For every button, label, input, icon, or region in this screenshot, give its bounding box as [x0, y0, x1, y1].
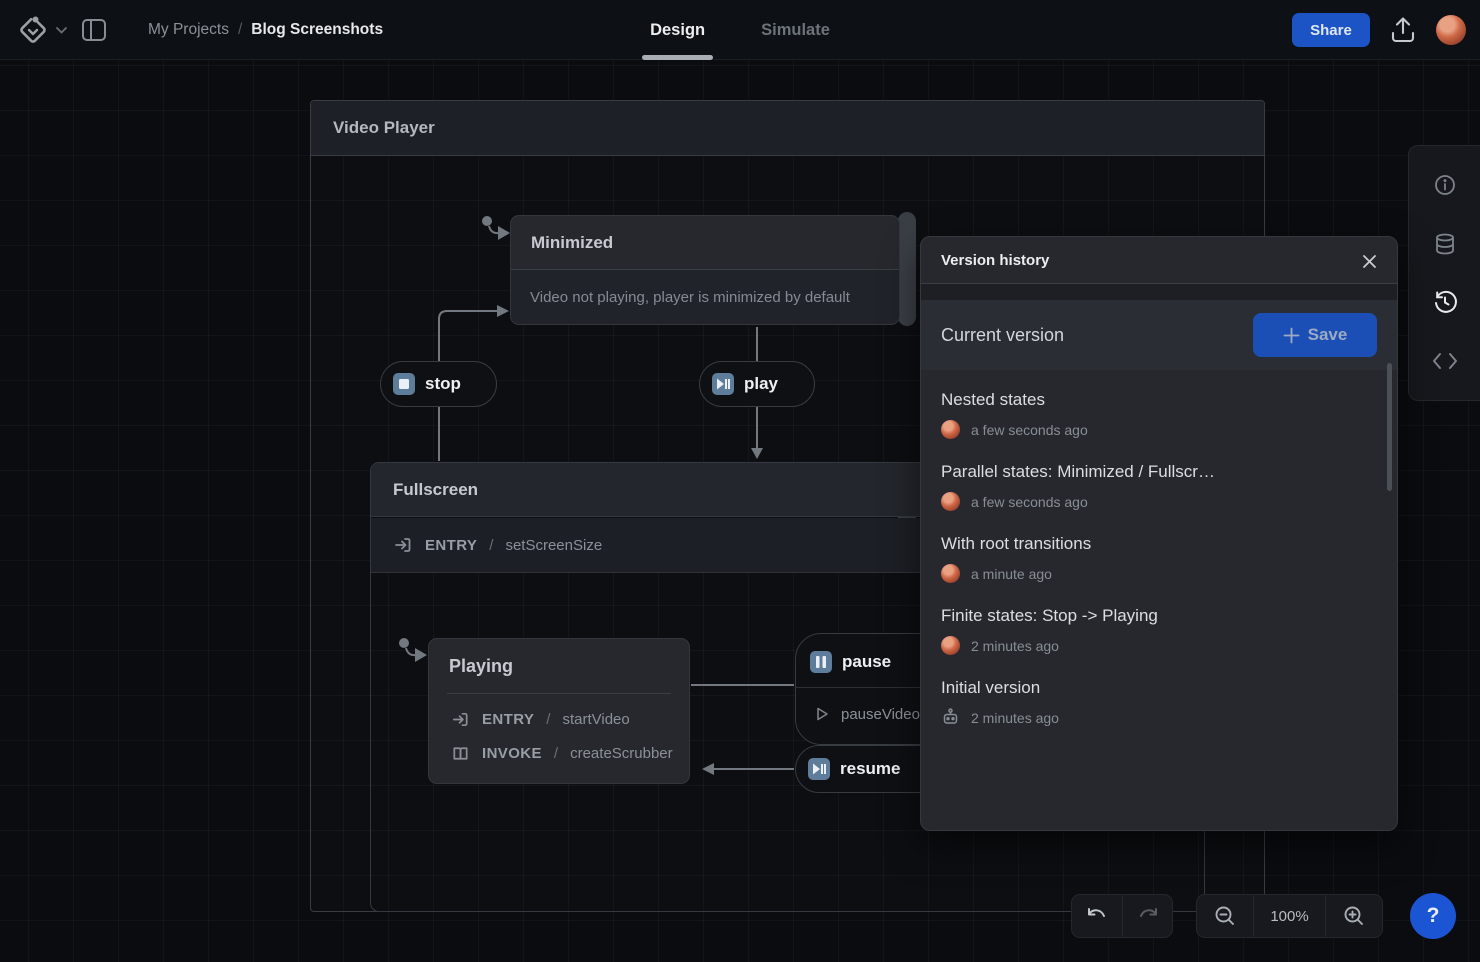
invoke-icon [451, 744, 470, 763]
version-item[interactable]: With root transitions a minute ago [941, 534, 1377, 583]
chevron-down-icon [56, 27, 67, 34]
sidebar-toggle-icon[interactable] [82, 19, 106, 41]
entry-keyword: ENTRY [425, 537, 477, 554]
save-version-button[interactable]: Save [1253, 313, 1377, 357]
undo-redo-group [1071, 894, 1173, 938]
play-pause-icon [808, 758, 830, 780]
current-version-row: Current version Save [921, 300, 1397, 370]
version-item[interactable]: Initial version 2 minutes ago [941, 678, 1377, 727]
undo-icon[interactable] [1072, 895, 1122, 937]
entry-action: setScreenSize [505, 537, 602, 554]
state-playing[interactable]: Playing ENTRY / startVideo [428, 638, 690, 784]
export-icon[interactable] [1390, 16, 1416, 44]
diagram-canvas[interactable]: Video Player [0, 60, 1480, 962]
state-minimized-description: Video not playing, player is minimized b… [511, 270, 899, 325]
state-playing-title[interactable]: Playing [429, 639, 689, 693]
state-minimized[interactable]: Minimized Video not playing, player is m… [510, 215, 900, 325]
entry-icon [393, 535, 413, 555]
tab-design[interactable]: Design [650, 0, 705, 60]
version-item[interactable]: Finite states: Stop -> Playing 2 minutes… [941, 606, 1377, 655]
author-avatar [941, 420, 960, 439]
stately-editor: Video Player [0, 0, 1480, 962]
author-avatar [941, 564, 960, 583]
zoom-in-icon[interactable] [1326, 895, 1382, 937]
play-pause-icon [712, 373, 734, 395]
state-playing-entry[interactable]: ENTRY / startVideo [429, 702, 689, 736]
author-avatar [941, 636, 960, 655]
state-title: Video Player [333, 118, 435, 138]
app-logo[interactable] [16, 13, 67, 47]
action-icon [816, 707, 829, 721]
redo-icon[interactable] [1122, 895, 1172, 937]
version-item[interactable]: Parallel states: Minimized / Fullscr… a … [941, 462, 1377, 511]
current-version-label: Current version [941, 325, 1064, 346]
state-minimized-title[interactable]: Minimized [511, 216, 899, 269]
breadcrumb-page: Blog Screenshots [251, 21, 383, 39]
plus-icon [1283, 327, 1300, 344]
zoom-level: 100% [1253, 895, 1326, 937]
pause-icon [810, 651, 832, 673]
help-button[interactable]: ? [1410, 893, 1456, 939]
minimized-right-edge [898, 212, 916, 326]
close-icon[interactable] [1357, 249, 1381, 273]
entry-icon [451, 710, 470, 729]
event-play[interactable]: play [699, 361, 815, 407]
user-avatar[interactable] [1436, 15, 1466, 45]
state-playing-invoke[interactable]: INVOKE / createScrubber [429, 736, 689, 770]
zoom-controls: 100% [1196, 894, 1383, 938]
version-history-title: Version history [941, 252, 1049, 269]
bot-icon [941, 708, 960, 727]
breadcrumb: My Projects / Blog Screenshots [148, 0, 383, 60]
panel-shade [921, 284, 1397, 300]
share-button[interactable]: Share [1292, 13, 1370, 47]
right-toolbar [1408, 145, 1480, 401]
info-icon[interactable] [1427, 167, 1463, 203]
event-stop[interactable]: stop [380, 361, 497, 407]
version-item[interactable]: Nested states a few seconds ago [941, 390, 1377, 439]
panel-scrollbar[interactable] [1387, 363, 1392, 491]
state-video-player-header[interactable]: Video Player [311, 101, 1264, 156]
stop-icon [393, 373, 415, 395]
zoom-out-icon[interactable] [1197, 895, 1253, 937]
history-icon[interactable] [1427, 284, 1463, 320]
code-icon[interactable] [1427, 343, 1463, 379]
version-history-panel: Version history Current version Save Nes… [920, 236, 1398, 831]
top-bar: My Projects / Blog Screenshots Design Si… [0, 0, 1480, 60]
breadcrumb-project[interactable]: My Projects [148, 21, 229, 39]
author-avatar [941, 492, 960, 511]
tab-simulate[interactable]: Simulate [761, 0, 830, 60]
version-list: Nested states a few seconds ago Parallel… [921, 370, 1397, 727]
data-icon[interactable] [1427, 226, 1463, 262]
